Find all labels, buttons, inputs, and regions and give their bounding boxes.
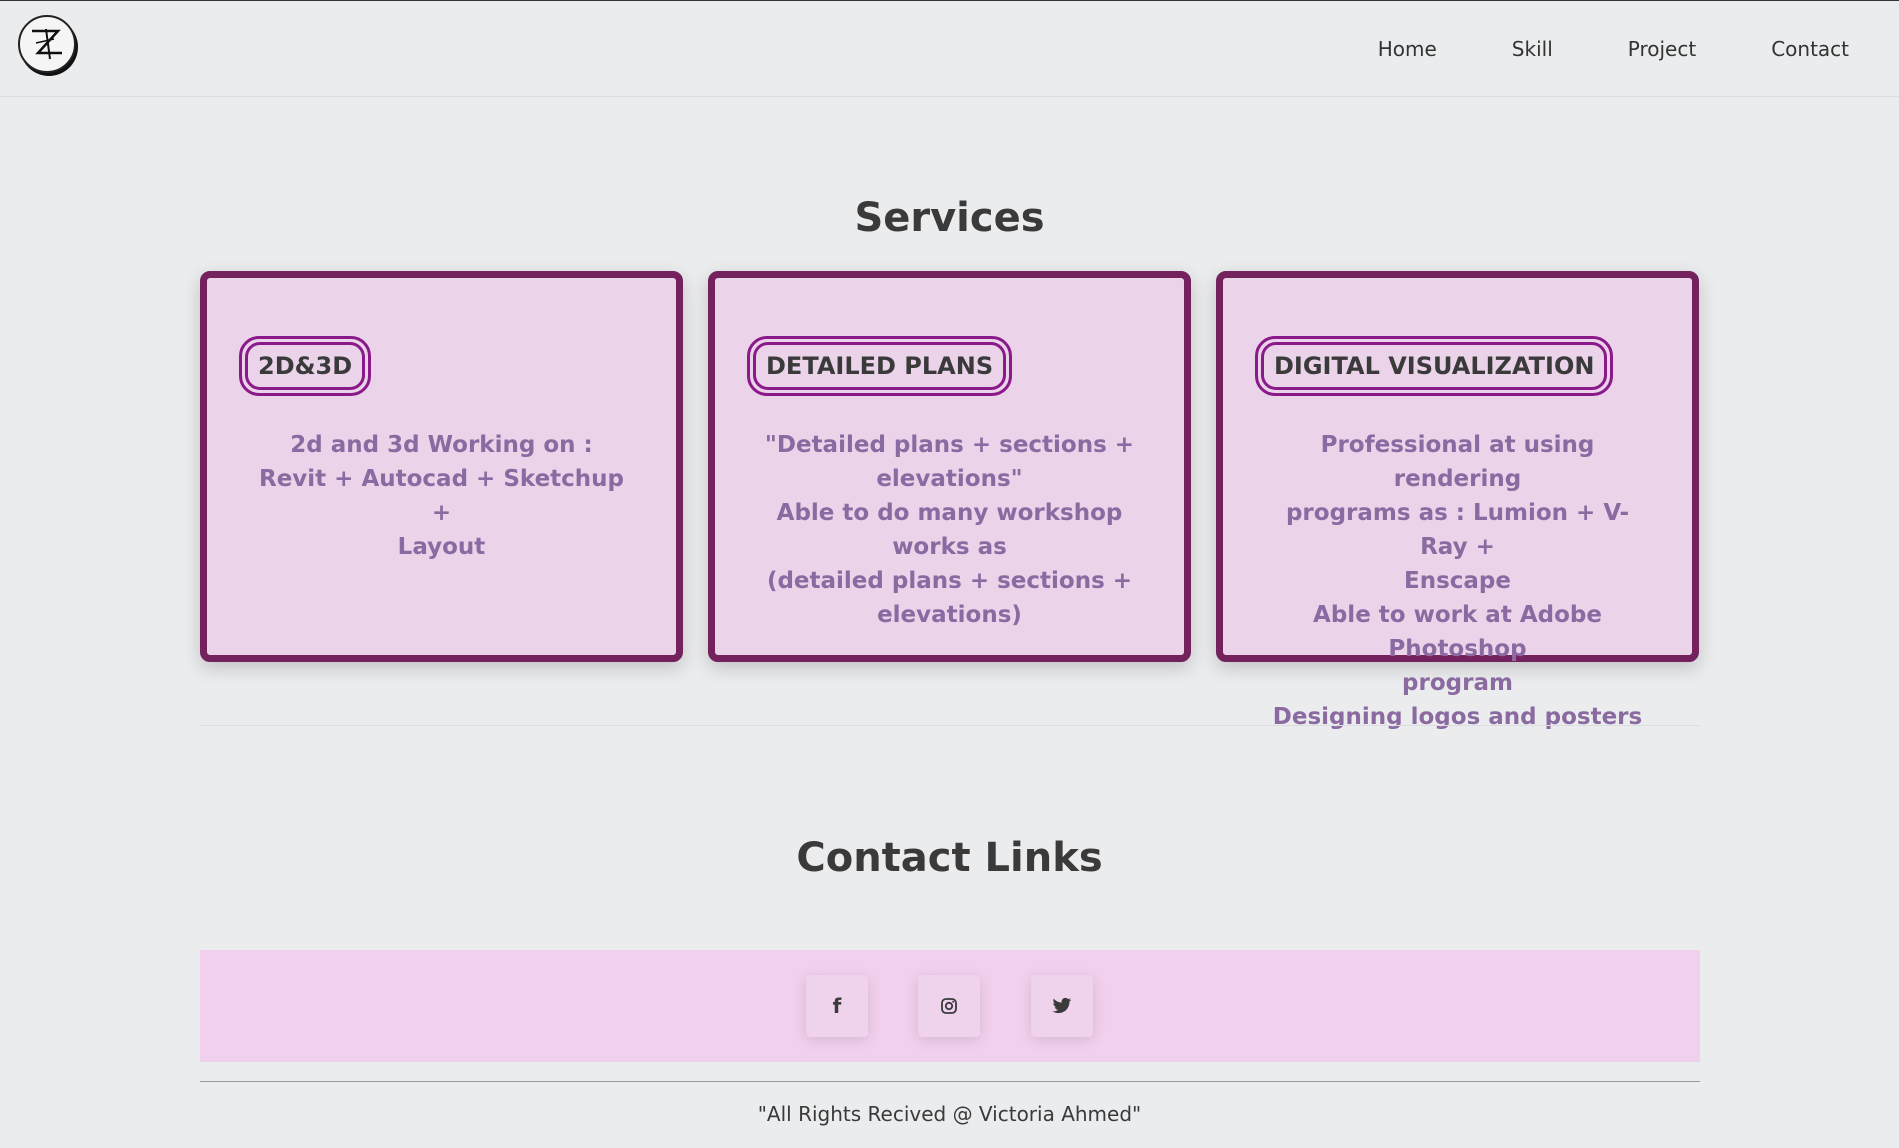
card-line: Able to do many workshop works as: [776, 500, 1123, 560]
services-cards: 2D&3D 2d and 3d Working on : Revit + Aut…: [200, 271, 1700, 730]
card-line: 2d and 3d Working on :: [290, 432, 593, 458]
service-card-digital-visualization: DIGITAL VISUALIZATION Professional at us…: [1216, 271, 1699, 730]
site-header: Home Skill Project Contact: [0, 1, 1899, 97]
card-line: Layout: [397, 534, 486, 560]
service-card-detailed-plans: DETAILED PLANS "Detailed plans + section…: [708, 271, 1191, 662]
card-line: Enscape: [1404, 568, 1511, 594]
logo-mark-icon: [32, 28, 62, 60]
card-line: Able to work at Adobe Photoshop: [1313, 602, 1602, 662]
facebook-button[interactable]: f: [806, 975, 868, 1037]
instagram-icon: [941, 998, 957, 1014]
card-badge-label: 2D&3D: [245, 342, 366, 390]
social-links-bar: f: [200, 950, 1700, 1062]
card-badge: DETAILED PLANS: [747, 336, 1013, 396]
service-card-2d3d: 2D&3D 2d and 3d Working on : Revit + Aut…: [200, 271, 683, 662]
card-badge-label: DETAILED PLANS: [753, 342, 1007, 390]
services-title: Services: [854, 195, 1045, 241]
nav-project[interactable]: Project: [1628, 37, 1696, 61]
footer-copyright: "All Rights Recived @ Victoria Ahmed": [757, 1102, 1142, 1126]
logo[interactable]: [18, 15, 76, 73]
facebook-icon: f: [832, 994, 842, 1018]
contact-title: Contact Links: [796, 835, 1103, 881]
footer-divider: [200, 1081, 1700, 1082]
nav-home[interactable]: Home: [1378, 37, 1437, 61]
card-description: 2d and 3d Working on : Revit + Autocad +…: [247, 428, 636, 564]
card-line: elevations": [876, 466, 1023, 492]
twitter-button[interactable]: [1031, 975, 1093, 1037]
section-divider: [200, 725, 1700, 726]
main-nav: Home Skill Project Contact: [1303, 37, 1849, 61]
card-badge: 2D&3D: [239, 336, 372, 396]
card-line: (detailed plans + sections +: [766, 568, 1133, 594]
card-badge: DIGITAL VISUALIZATION: [1255, 336, 1614, 396]
instagram-button[interactable]: [918, 975, 980, 1037]
nav-contact[interactable]: Contact: [1771, 37, 1849, 61]
card-badge-label: DIGITAL VISUALIZATION: [1261, 342, 1608, 390]
nav-skill[interactable]: Skill: [1512, 37, 1553, 61]
card-line: Professional at using rendering: [1320, 432, 1595, 492]
twitter-icon: [1052, 997, 1072, 1014]
card-description: Professional at using rendering programs…: [1263, 428, 1652, 734]
card-line: Designing logos and posters: [1272, 704, 1643, 730]
card-line: Revit + Autocad + Sketchup +: [258, 466, 625, 526]
card-line: "Detailed plans + sections +: [764, 432, 1135, 458]
card-description: "Detailed plans + sections + elevations"…: [755, 428, 1144, 632]
card-line: programs as : Lumion + V-Ray +: [1285, 500, 1630, 560]
card-line: program: [1402, 670, 1513, 696]
card-line: elevations): [877, 602, 1022, 628]
